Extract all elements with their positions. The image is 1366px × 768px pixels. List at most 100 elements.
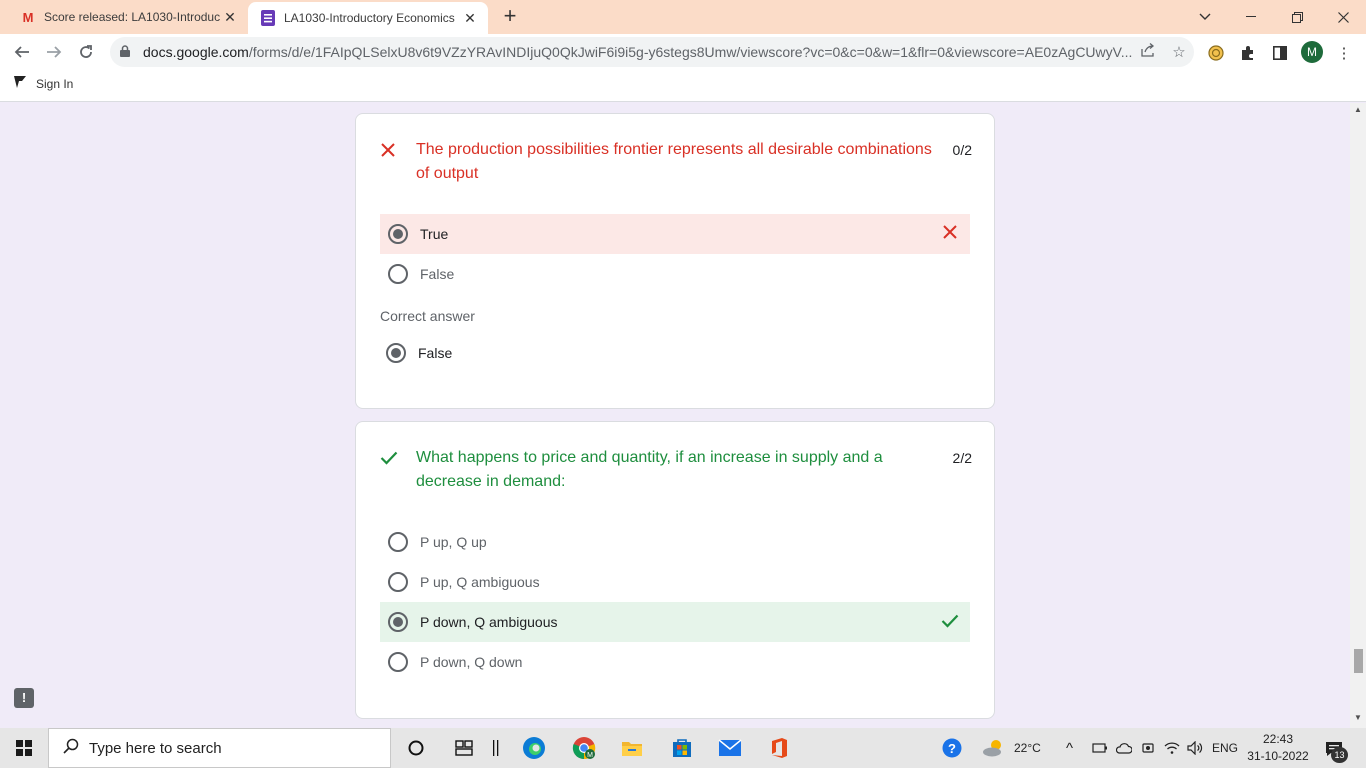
taskbar-search-box[interactable]: Type here to search	[48, 728, 391, 768]
task-view-icon[interactable]	[450, 734, 478, 762]
correct-answer-text: False	[418, 345, 453, 361]
chrome-browser-icon[interactable]: M	[570, 734, 598, 762]
bookmarks-bar: Sign In	[0, 70, 1366, 102]
tab-title: Score released: LA1030-Introduct	[44, 10, 220, 24]
tab-title: LA1030-Introductory Economics	[284, 11, 455, 25]
radio-button[interactable]	[388, 224, 408, 244]
back-arrow-icon[interactable]	[8, 38, 36, 66]
forward-arrow-icon[interactable]	[40, 38, 68, 66]
notification-count-badge: 13	[1331, 747, 1348, 763]
option-label: False	[420, 266, 455, 282]
address-bar[interactable]: docs.google.com/forms/d/e/1FAIpQLSelxU8v…	[110, 37, 1194, 67]
close-icon[interactable]: ✕	[460, 10, 480, 27]
temperature[interactable]: 22°C	[1014, 728, 1041, 768]
radio-button[interactable]	[388, 532, 408, 552]
url-path: /forms/d/e/1FAIpQLSelxU8v6t9VZzYRAvINDIj…	[248, 44, 1133, 60]
wrong-x-icon	[930, 223, 970, 246]
search-placeholder: Type here to search	[89, 739, 222, 757]
taskbar-divider-icon	[482, 734, 510, 762]
reload-icon[interactable]	[72, 38, 100, 66]
new-tab-button[interactable]: +	[498, 4, 522, 28]
share-icon[interactable]	[1134, 43, 1164, 61]
question-card-1: The production possibilities frontier re…	[355, 113, 995, 409]
correct-check-icon	[380, 446, 416, 494]
page-scrollbar[interactable]: ▲ ▼	[1350, 103, 1366, 728]
extensions-puzzle-icon[interactable]	[1237, 42, 1259, 64]
browser-toolbar: docs.google.com/forms/d/e/1FAIpQLSelxU8v…	[0, 34, 1366, 70]
scroll-thumb[interactable]	[1354, 649, 1363, 673]
url-host: docs.google.com	[143, 44, 249, 60]
correct-answer-option: False	[380, 333, 970, 373]
svg-text:M: M	[587, 752, 593, 759]
question-header: What happens to price and quantity, if a…	[380, 446, 972, 494]
side-panel-icon[interactable]	[1269, 42, 1291, 64]
microsoft-store-icon[interactable]	[668, 734, 696, 762]
correct-answer-label: Correct answer	[380, 308, 475, 324]
question-card-2: What happens to price and quantity, if a…	[355, 421, 995, 719]
search-icon	[53, 738, 89, 759]
svg-text:?: ?	[948, 741, 956, 756]
windows-start-icon[interactable]	[0, 728, 48, 768]
restore-button[interactable]	[1274, 0, 1320, 34]
option-p-up-q-ambiguous[interactable]: P up, Q ambiguous	[380, 562, 970, 602]
bookmark-star-icon[interactable]: ☆	[1164, 43, 1194, 61]
option-p-down-q-down[interactable]: P down, Q down	[380, 642, 970, 682]
profile-avatar[interactable]: M	[1301, 41, 1323, 63]
windows-taskbar: Type here to search M ? 22°C ^ ENG 22:43…	[0, 728, 1366, 768]
report-feedback-icon[interactable]: !	[14, 688, 34, 708]
gmail-icon: M	[22, 9, 34, 25]
scroll-down-arrow-icon[interactable]: ▼	[1350, 713, 1366, 725]
speaker-icon[interactable]	[1181, 734, 1209, 762]
form-page: The production possibilities frontier re…	[0, 103, 1350, 728]
radio-button[interactable]	[388, 572, 408, 592]
clock-date: 31-10-2022	[1247, 749, 1309, 763]
question-text: The production possibilities frontier re…	[416, 141, 932, 182]
lock-icon[interactable]	[120, 44, 134, 60]
option-label: P up, Q up	[420, 534, 487, 550]
question-score: 0/2	[952, 142, 972, 158]
option-p-down-q-ambiguous[interactable]: P down, Q ambiguous	[380, 602, 970, 642]
bookmark-label: Sign In	[36, 76, 74, 91]
radio-button[interactable]	[388, 612, 408, 632]
scroll-up-arrow-icon[interactable]: ▲	[1350, 105, 1366, 117]
google-forms-icon	[260, 10, 276, 26]
option-false[interactable]: False	[380, 254, 970, 294]
help-icon[interactable]: ?	[938, 734, 966, 762]
language-indicator[interactable]: ENG	[1212, 728, 1238, 768]
close-icon[interactable]: ✕	[220, 9, 240, 26]
file-explorer-icon[interactable]	[618, 734, 646, 762]
option-label: P down, Q ambiguous	[420, 614, 558, 630]
incorrect-x-icon	[380, 138, 416, 186]
mail-icon[interactable]	[716, 734, 744, 762]
minimize-button[interactable]	[1228, 0, 1274, 34]
more-menu-icon[interactable]: ⋮	[1333, 42, 1355, 64]
clock-time: 22:43	[1262, 732, 1294, 746]
close-window-button[interactable]	[1320, 0, 1366, 34]
radio-button	[386, 343, 406, 363]
cortana-circle-icon[interactable]	[402, 734, 430, 762]
tab-google-form[interactable]: LA1030-Introductory Economics ✕	[248, 2, 488, 34]
option-label: P up, Q ambiguous	[420, 574, 540, 590]
url-text: docs.google.com/forms/d/e/1FAIpQLSelxU8v…	[143, 44, 1134, 60]
question-score: 2/2	[952, 450, 972, 466]
bookmark-sign-in[interactable]: Sign In	[14, 76, 73, 91]
chevron-up-icon[interactable]: ^	[1066, 728, 1073, 768]
option-label: True	[420, 226, 449, 242]
bookmark-logo-icon	[14, 76, 26, 91]
tab-search-chevron-icon[interactable]	[1182, 0, 1228, 34]
right-check-icon	[930, 611, 970, 634]
tab-gmail[interactable]: M Score released: LA1030-Introduct ✕	[8, 0, 248, 34]
question-text: What happens to price and quantity, if a…	[416, 449, 883, 490]
radio-button[interactable]	[388, 652, 408, 672]
edge-browser-icon[interactable]	[520, 734, 548, 762]
office-icon[interactable]	[765, 734, 793, 762]
radio-button[interactable]	[388, 264, 408, 284]
weather-icon[interactable]	[980, 734, 1008, 762]
question-header: The production possibilities frontier re…	[380, 138, 972, 186]
option-true[interactable]: True	[380, 214, 970, 254]
tab-strip: M Score released: LA1030-Introduct ✕ LA1…	[0, 0, 1366, 34]
system-clock[interactable]: 22:43 31-10-2022	[1246, 731, 1310, 765]
option-p-up-q-up[interactable]: P up, Q up	[380, 522, 970, 562]
option-label: P down, Q down	[420, 654, 523, 670]
extension-coin-icon[interactable]	[1205, 42, 1227, 64]
